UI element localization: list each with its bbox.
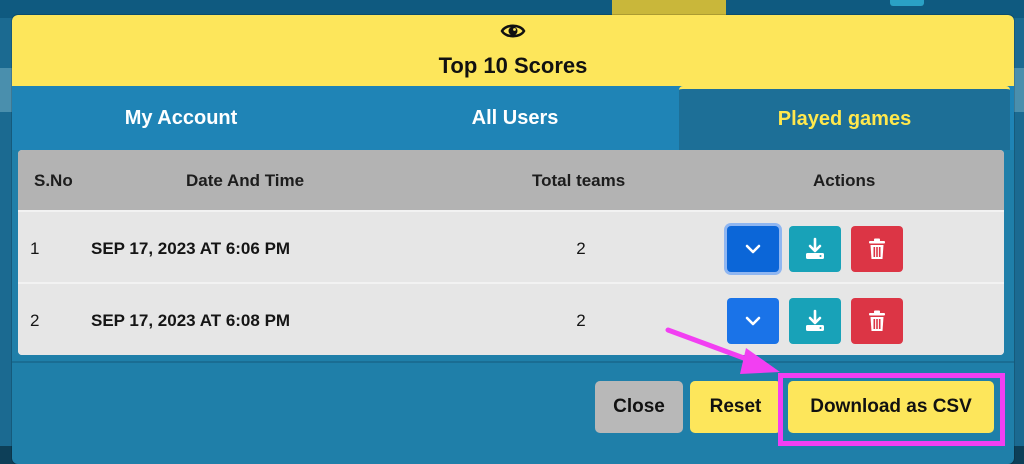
reset-button[interactable]: Reset	[690, 381, 781, 433]
delete-button[interactable]	[851, 226, 903, 272]
tab-bar: My Account All Users Played games	[12, 86, 1014, 150]
table-header: S.No Date And Time Total teams Actions	[18, 150, 1004, 212]
cell-date-time: SEP 17, 2023 AT 6:08 PM	[91, 311, 291, 330]
table-row: 1 SEP 17, 2023 AT 6:06 PM 2	[18, 214, 1004, 284]
modal-header: Top 10 Scores	[12, 15, 1014, 86]
games-table: S.No Date And Time Total teams Actions 1…	[18, 150, 1004, 355]
eye-icon	[500, 24, 526, 38]
trash-icon	[869, 238, 885, 259]
download-button[interactable]	[789, 226, 841, 272]
tab-played-games[interactable]: Played games	[679, 86, 1010, 150]
header-actions: Actions	[813, 171, 876, 190]
tab-my-account[interactable]: My Account	[12, 86, 350, 150]
cell-total-teams: 2	[576, 239, 586, 258]
delete-button[interactable]	[851, 298, 903, 344]
modal-title: Top 10 Scores	[438, 53, 588, 78]
download-button[interactable]	[789, 298, 841, 344]
header-total-teams: Total teams	[532, 171, 626, 190]
csv-highlight-box	[778, 373, 1005, 446]
cell-sno: 2	[30, 311, 40, 330]
expand-button[interactable]	[727, 226, 779, 272]
cell-date-time: SEP 17, 2023 AT 6:06 PM	[91, 239, 291, 258]
close-button[interactable]: Close	[595, 381, 683, 433]
download-icon	[806, 237, 824, 259]
background-new-badge	[890, 0, 924, 6]
chevron-down-icon	[745, 244, 761, 254]
header-sno: S.No	[34, 171, 73, 190]
download-icon	[806, 309, 824, 331]
trash-icon	[869, 310, 885, 331]
tab-all-users[interactable]: All Users	[350, 86, 680, 150]
header-date-time: Date And Time	[186, 171, 305, 190]
table-row: 2 SEP 17, 2023 AT 6:08 PM 2	[18, 286, 1004, 355]
cell-total-teams: 2	[576, 311, 586, 330]
cell-sno: 1	[30, 239, 40, 258]
pointer-arrow-icon	[665, 327, 780, 374]
footer-divider	[12, 361, 1014, 363]
